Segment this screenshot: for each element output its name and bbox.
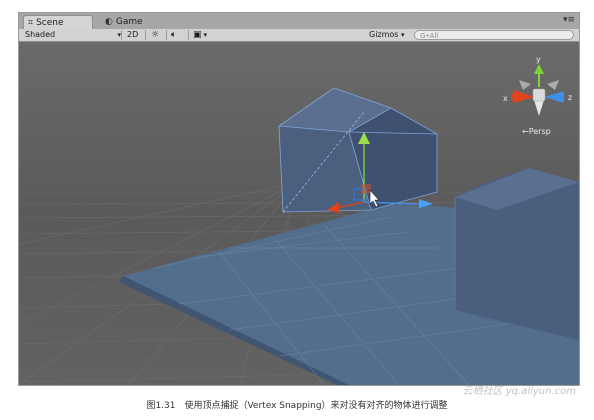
second-house-object[interactable] <box>454 168 579 340</box>
gizmos-dropdown[interactable]: Gizmos ▾ <box>369 29 411 41</box>
effects-dropdown-icon[interactable]: ▣ ▾ <box>193 29 215 41</box>
lighting-toggle-icon[interactable]: ☼ <box>151 29 163 41</box>
tab-bar: ⌗ Scene ◐ Game ▾≡ <box>19 13 579 29</box>
watermark: 云栖社区 yq.aliyun.com <box>462 386 576 397</box>
divider <box>188 30 189 40</box>
scene-toolbar: Shaded ▾ 2D ☼ 🔈︎ ▣ ▾ Gizmos ▾ G•All <box>19 29 579 42</box>
scene-grid-icon: ⌗ <box>28 18 34 28</box>
divider <box>166 30 167 40</box>
gizmo-z-label: z <box>568 93 572 102</box>
scene-viewport[interactable]: y x z ←Persp <box>19 42 579 385</box>
toggle-2d-button[interactable]: 2D <box>127 29 143 41</box>
divider <box>121 30 122 40</box>
search-input[interactable]: G•All <box>414 30 574 40</box>
plane-handle[interactable] <box>361 184 371 194</box>
divider <box>145 30 146 40</box>
toggle-2d-label: 2D <box>127 30 139 39</box>
search-placeholder: G•All <box>420 32 439 40</box>
gizmo-x-label: x <box>503 94 508 103</box>
tab-game-label: Game <box>115 17 143 27</box>
tab-scene-label: Scene <box>36 18 64 28</box>
tab-scene[interactable]: ⌗ Scene <box>23 15 93 29</box>
gizmo-y-label: y <box>536 55 541 64</box>
scene-window: ⌗ Scene ◐ Game ▾≡ Shaded ▾ 2D ☼ 🔈︎ ▣ ▾ Gizm… <box>18 12 580 386</box>
persp-label[interactable]: ←Persp <box>522 127 551 136</box>
chevron-down-icon: ▾ <box>401 31 405 39</box>
scene-render: y x z ←Persp <box>19 42 579 385</box>
tab-menu-icon[interactable]: ▾≡ <box>563 15 575 25</box>
gizmo-center-cube-icon[interactable] <box>532 88 546 102</box>
game-controller-icon: ◐ <box>105 17 113 27</box>
shading-mode-dropdown[interactable]: Shaded ▾ <box>21 29 121 41</box>
tab-game[interactable]: ◐ Game <box>101 15 161 29</box>
audio-toggle-icon[interactable]: 🔈︎ <box>171 29 185 41</box>
gizmos-label: Gizmos <box>369 30 399 39</box>
shading-mode-label: Shaded <box>25 30 56 39</box>
figure-caption: 图1.31 使用顶点捕捉（Vertex Snapping）来对没有对齐的物体进行… <box>146 401 448 411</box>
